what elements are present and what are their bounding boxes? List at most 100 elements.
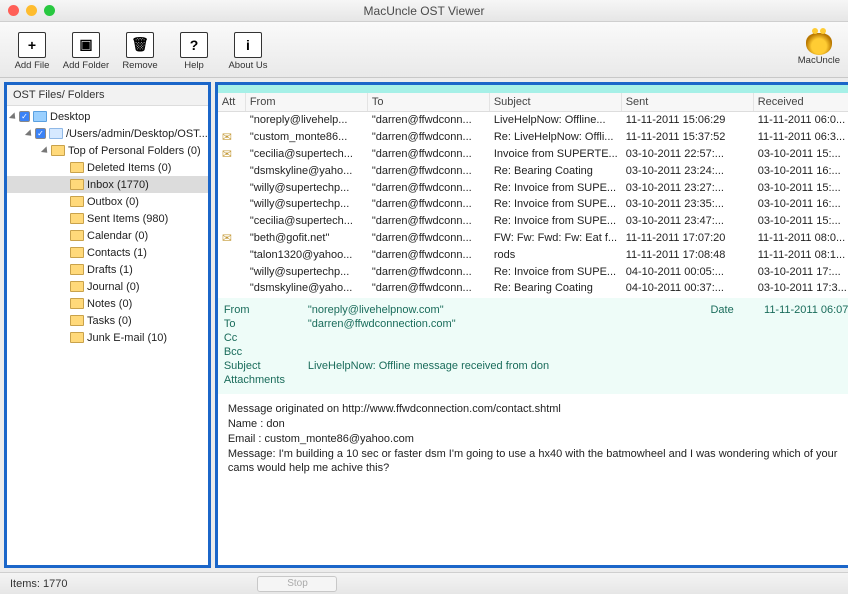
mail-icon <box>70 298 84 309</box>
column-received[interactable]: Received <box>754 93 848 111</box>
folder-tree-row[interactable]: Calendar (0) <box>7 227 208 244</box>
row-subject: Re: Bearing Coating <box>490 282 622 294</box>
attachment-icon: ✉ <box>222 147 232 161</box>
row-sent: 11-11-2011 15:06:29 <box>622 114 754 126</box>
folder-tree-row[interactable]: Tasks (0) <box>7 312 208 329</box>
folder-tree-row[interactable]: Deleted Items (0) <box>7 159 208 176</box>
folder-label: Contacts (1) <box>87 247 147 259</box>
mail-row[interactable]: "willy@supertechp..."darren@ffwdconn...R… <box>218 179 848 196</box>
folder-tree-row[interactable]: Contacts (1) <box>7 244 208 261</box>
toolbar-label: Add Folder <box>63 60 109 71</box>
checkbox-icon[interactable] <box>35 128 46 139</box>
toolbar: + Add File ▣Add Folder 🗑 Remove ?HelpiAbout U… <box>0 22 848 78</box>
help-button[interactable]: ?Help <box>170 29 218 71</box>
row-att: ✉ <box>218 231 246 245</box>
folder-icon <box>51 145 65 156</box>
mail-list[interactable]: "noreply@livehelp..."darren@ffwdconn...L… <box>218 112 848 298</box>
column-from[interactable]: From <box>246 93 368 111</box>
folder-label: Drafts (1) <box>87 264 133 276</box>
preview-subject-label: Subject <box>224 360 308 372</box>
minimize-icon[interactable] <box>26 5 37 16</box>
close-icon[interactable] <box>8 5 19 16</box>
toolbar-label: Add File <box>15 60 50 71</box>
mail-row[interactable]: "willy@supertechp..."darren@ffwdconn...R… <box>218 263 848 280</box>
column-to[interactable]: To <box>368 93 490 111</box>
row-to: "darren@ffwdconn... <box>368 282 490 294</box>
mail-icon <box>70 162 84 173</box>
column-subject[interactable]: Subject <box>490 93 622 111</box>
column-att[interactable]: Att <box>218 93 246 111</box>
toolbar-label: Remove <box>122 60 157 71</box>
disclosure-icon <box>60 182 66 188</box>
disclosure-icon <box>60 318 66 324</box>
preview-attach-label: Attachments <box>224 374 308 386</box>
disclosure-icon[interactable] <box>41 146 50 155</box>
mail-icon <box>70 332 84 343</box>
row-received: 03-10-2011 16:... <box>754 198 848 210</box>
checkbox-icon[interactable] <box>19 111 30 122</box>
remove-button-icon: 🗑 <box>126 32 154 58</box>
mail-panel: Att From To Subject Sent Received "norep… <box>215 82 848 568</box>
add-folder-button[interactable]: ▣Add Folder <box>62 29 110 71</box>
preview-cc-label: Cc <box>224 332 308 344</box>
mail-row[interactable]: ✉"custom_monte86..."darren@ffwdconn...Re… <box>218 129 848 146</box>
folder-label: Desktop <box>50 111 90 123</box>
row-subject: Re: Invoice from SUPE... <box>490 198 622 210</box>
remove-button[interactable]: 🗑 Remove <box>116 29 164 71</box>
mail-row[interactable]: "talon1320@yahoo..."darren@ffwdconn...ro… <box>218 246 848 263</box>
row-sent: 03-10-2011 23:47:... <box>622 215 754 227</box>
folder-tree-row[interactable]: Drafts (1) <box>7 261 208 278</box>
folder-tree-row[interactable]: Outbox (0) <box>7 193 208 210</box>
mail-icon <box>70 264 84 275</box>
add-file-button[interactable]: + Add File <box>8 29 56 71</box>
envelope-icon <box>49 128 63 139</box>
row-to: "darren@ffwdconn... <box>368 249 490 261</box>
preview-bcc-label: Bcc <box>224 346 308 358</box>
disclosure-icon[interactable] <box>9 112 18 121</box>
mail-list-header[interactable]: Att From To Subject Sent Received <box>218 93 848 112</box>
row-from: "willy@supertechp... <box>246 198 368 210</box>
folder-panel-header: OST Files/ Folders <box>7 85 208 106</box>
row-from: "beth@gofit.net" <box>246 232 368 244</box>
folder-label: Notes (0) <box>87 298 132 310</box>
about-button[interactable]: iAbout Us <box>224 29 272 71</box>
folder-tree-row[interactable]: Inbox (1770) <box>7 176 208 193</box>
row-from: "custom_monte86... <box>246 131 368 143</box>
zoom-icon[interactable] <box>44 5 55 16</box>
folder-tree[interactable]: Desktop/Users/admin/Desktop/OST... Top of… <box>7 106 208 565</box>
mail-icon <box>70 196 84 207</box>
mail-row[interactable]: ✉"beth@gofit.net""darren@ffwdconn...FW: … <box>218 230 848 247</box>
column-sent[interactable]: Sent <box>622 93 754 111</box>
status-bar: Items: 1770 Stop <box>0 572 848 594</box>
mail-row[interactable]: "dsmskyline@yaho..."darren@ffwdconn...Re… <box>218 280 848 297</box>
folder-tree-row[interactable]: Sent Items (980) <box>7 210 208 227</box>
folder-tree-row[interactable]: Top of Personal Folders (0) <box>7 142 208 159</box>
mail-row[interactable]: "noreply@livehelp..."darren@ffwdconn...L… <box>218 112 848 129</box>
row-sent: 03-10-2011 23:24:... <box>622 165 754 177</box>
row-received: 03-10-2011 15:... <box>754 215 848 227</box>
mail-row[interactable]: "willy@supertechp..."darren@ffwdconn...R… <box>218 196 848 213</box>
folder-tree-row[interactable]: Desktop <box>7 108 208 125</box>
disclosure-icon[interactable] <box>25 129 34 138</box>
add-file-button-icon: + <box>18 32 46 58</box>
disclosure-icon <box>60 165 66 171</box>
mail-row[interactable]: "dsmskyline@yaho..."darren@ffwdconn...Re… <box>218 162 848 179</box>
row-subject: FW: Fw: Fwd: Fw: Eat f... <box>490 232 622 244</box>
brand-icon <box>806 33 832 55</box>
attachment-icon: ✉ <box>222 231 232 245</box>
folder-label: Junk E-mail (10) <box>87 332 167 344</box>
preview-from: "noreply@livehelpnow.com" <box>308 304 444 316</box>
preview-body-line: Name : don <box>228 417 848 432</box>
mail-row[interactable]: "cecilia@supertech..."darren@ffwdconn...… <box>218 213 848 230</box>
mail-row[interactable]: ✉"cecilia@supertech..."darren@ffwdconn..… <box>218 146 848 163</box>
row-to: "darren@ffwdconn... <box>368 266 490 278</box>
folder-tree-row[interactable]: Junk E-mail (10) <box>7 329 208 346</box>
folder-tree-row[interactable]: Journal (0) <box>7 278 208 295</box>
folder-tree-row[interactable]: Notes (0) <box>7 295 208 312</box>
row-subject: Re: LiveHelpNow: Offli... <box>490 131 622 143</box>
folder-tree-row[interactable]: /Users/admin/Desktop/OST... <box>7 125 208 142</box>
window-controls <box>0 5 55 16</box>
mail-preview: From"noreply@livehelpnow.com" Date 11-11… <box>218 298 848 565</box>
stop-button[interactable]: Stop <box>257 576 337 592</box>
folder-label: /Users/admin/Desktop/OST... <box>66 128 208 140</box>
